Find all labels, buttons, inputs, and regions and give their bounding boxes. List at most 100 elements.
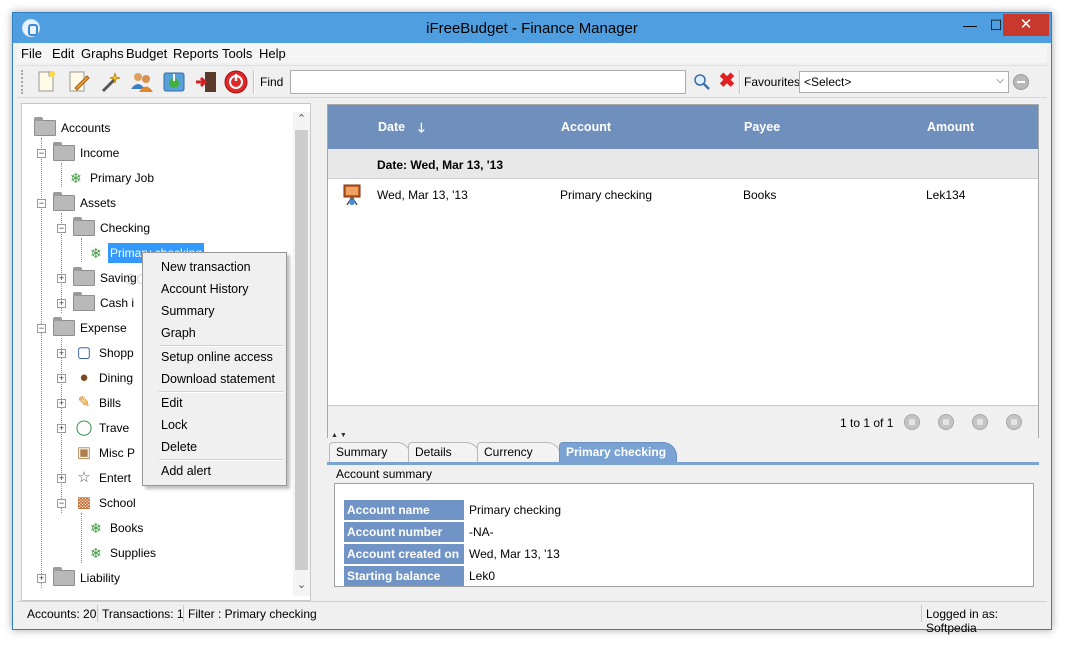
column-header-payee[interactable]: Payee [744, 120, 780, 134]
menu-reports[interactable]: Reports [173, 46, 219, 61]
folder-icon [34, 117, 56, 136]
column-header-account[interactable]: Account [561, 120, 611, 134]
tree-item-supplies[interactable]: ❄ Supplies [82, 543, 282, 563]
menu-tools[interactable]: Tools [222, 46, 252, 61]
menu-item-account-history[interactable]: Account History [161, 282, 249, 296]
summary-caption: Account summary [336, 467, 433, 481]
scroll-up-icon[interactable]: ⌃ [293, 112, 310, 129]
menu-item-summary[interactable]: Summary [161, 304, 214, 318]
summary-value: Wed, Mar 13, '13 [469, 547, 560, 561]
menu-help[interactable]: Help [259, 46, 286, 61]
new-document-icon[interactable] [33, 69, 59, 95]
remove-favourite-icon[interactable] [1013, 74, 1029, 90]
tab-details[interactable]: Details [408, 442, 480, 463]
expand-icon[interactable]: + [57, 424, 66, 433]
magic-wand-icon[interactable] [97, 69, 123, 95]
expand-icon[interactable]: + [57, 399, 66, 408]
menu-separator [159, 345, 283, 347]
close-button[interactable]: ✕ [1003, 14, 1049, 36]
main-window: iFreeBudget - Finance Manager — ☐ ✕ File… [12, 12, 1052, 635]
expand-icon[interactable]: + [57, 374, 66, 383]
favourites-select[interactable]: <Select> ⌵ [799, 71, 1009, 93]
tree-item-accounts[interactable]: Accounts [34, 117, 234, 138]
scroll-down-icon[interactable]: ⌄ [293, 578, 310, 595]
column-header-amount[interactable]: Amount [927, 120, 974, 134]
cell-payee: Books [743, 188, 777, 202]
collapse-icon[interactable]: − [37, 199, 46, 208]
first-page-icon[interactable] [904, 414, 920, 430]
menu-item-new-transaction[interactable]: New transaction [161, 260, 251, 274]
exit-door-icon[interactable] [193, 69, 219, 95]
expand-icon[interactable]: + [37, 574, 46, 583]
tree-item-checking[interactable]: − Checking [57, 217, 257, 238]
collapse-icon[interactable]: − [57, 499, 66, 508]
menu-graphs[interactable]: Graphs [81, 46, 124, 61]
menu-item-delete[interactable]: Delete [161, 440, 197, 454]
search-icon[interactable] [693, 73, 711, 91]
tree-item-label: Liability [80, 571, 121, 585]
menu-item-download-statement[interactable]: Download statement [161, 372, 275, 386]
easel-icon: ▩ [76, 494, 92, 511]
date-group-row[interactable]: Date: Wed, Mar 13, '13 [328, 149, 1038, 179]
expand-icon[interactable]: + [57, 274, 66, 283]
collapse-icon[interactable]: − [57, 224, 66, 233]
money-icon: ❄ [90, 520, 102, 536]
money-icon: ❄ [90, 245, 102, 261]
find-input[interactable] [290, 70, 686, 94]
users-icon[interactable] [129, 69, 155, 95]
tree-item-label: Trave [99, 421, 130, 435]
tree-item-liability[interactable]: + Liability [37, 567, 237, 588]
tab-currency[interactable]: Currency [477, 442, 561, 463]
status-separator [183, 605, 184, 622]
context-menu: New transaction Account History Summary … [142, 252, 287, 486]
last-page-icon[interactable] [1006, 414, 1022, 430]
menu-item-edit[interactable]: Edit [161, 396, 183, 410]
title-bar[interactable]: iFreeBudget - Finance Manager — ☐ ✕ [13, 13, 1051, 43]
collapse-icon[interactable]: − [37, 149, 46, 158]
sort-descending-icon[interactable]: 🡓 [418, 119, 425, 141]
collapse-icon[interactable]: − [37, 324, 46, 333]
table-header: Date 🡓 Account Payee Amount [328, 105, 1038, 149]
clear-search-icon[interactable]: ✖ [717, 71, 737, 91]
toolbar-separator [739, 70, 741, 94]
chevron-down-icon: ⌵ [996, 75, 1004, 86]
edit-document-icon[interactable] [65, 69, 91, 95]
column-header-date[interactable]: Date [378, 120, 405, 134]
scrollbar-thumb[interactable] [295, 130, 308, 570]
tree-item-school[interactable]: − ▩ School [57, 493, 257, 513]
tree-item-books[interactable]: ❄ Books [82, 518, 282, 538]
menu-item-add-alert[interactable]: Add alert [161, 464, 211, 478]
menu-item-lock[interactable]: Lock [161, 418, 187, 432]
next-page-icon[interactable] [972, 414, 988, 430]
minimize-button[interactable]: — [957, 14, 983, 36]
tree-item-label: Books [110, 521, 144, 535]
tab-summary[interactable]: Summary [329, 442, 411, 463]
menu-file[interactable]: File [21, 46, 42, 61]
power-off-icon[interactable] [223, 69, 249, 95]
expand-icon[interactable]: + [57, 349, 66, 358]
tree-item-income[interactable]: − Income [37, 142, 237, 163]
import-icon[interactable] [161, 69, 187, 95]
status-filter: Filter : Primary checking [188, 607, 317, 621]
tree-item-label: Misc P [99, 446, 135, 460]
tree-item-label: Entert [99, 471, 132, 485]
menu-item-graph[interactable]: Graph [161, 326, 196, 340]
previous-page-icon[interactable] [938, 414, 954, 430]
table-row[interactable]: Wed, Mar 13, '13 Primary checking Books … [328, 179, 1038, 211]
tree-item-assets[interactable]: − Assets [37, 192, 237, 213]
expand-icon[interactable]: + [57, 299, 66, 308]
toolbar-grip[interactable] [21, 70, 25, 94]
tab-primary-checking[interactable]: Primary checking [559, 442, 677, 463]
money-icon: ❄ [70, 170, 82, 186]
account-summary-box: Account name Primary checking Account nu… [334, 483, 1034, 587]
tree-item-label: Shopp [99, 346, 134, 360]
menu-edit[interactable]: Edit [52, 46, 74, 61]
menu-bar: File Edit Graphs Budget Reports Tools He… [17, 43, 1047, 63]
tree-scrollbar[interactable]: ⌃ ⌄ [293, 112, 310, 596]
summary-key: Account name [344, 500, 464, 520]
tree-item-primary-job[interactable]: ❄ Primary Job [62, 168, 262, 188]
menu-budget[interactable]: Budget [126, 46, 167, 61]
expand-icon[interactable]: + [57, 474, 66, 483]
splitter-arrows-icon[interactable]: ▲▼ [331, 432, 349, 439]
menu-item-setup-online-access[interactable]: Setup online access [161, 350, 273, 364]
